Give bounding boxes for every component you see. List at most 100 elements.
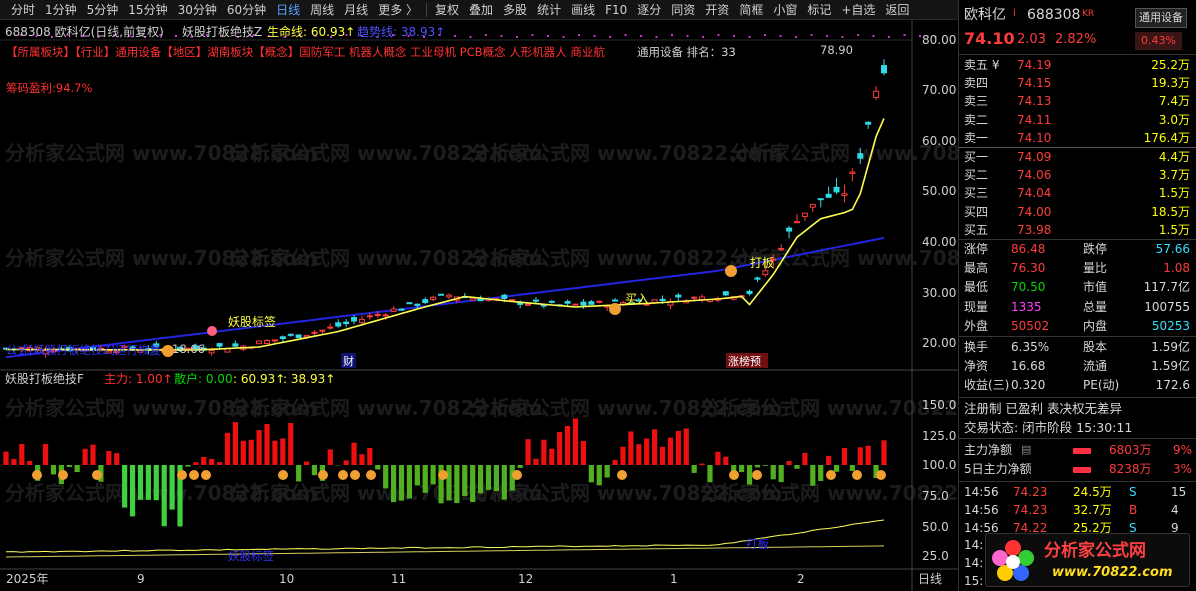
tick-price: 74.23 <box>1013 502 1048 517</box>
sub-board-annotation: 打板 <box>746 537 769 551</box>
date-label: 11 <box>391 572 406 586</box>
finance-badge[interactable]: 财 <box>343 354 354 368</box>
indicator-bar <box>501 465 507 500</box>
period-tab[interactable]: 分时 <box>6 0 40 20</box>
indicator-bar <box>224 432 231 465</box>
back-button[interactable]: 返回 <box>880 0 914 20</box>
candle-body <box>477 298 484 302</box>
signal-dot <box>593 35 596 37</box>
money-bag-icon <box>366 470 376 480</box>
indicator-bar <box>739 465 745 473</box>
axis-tick: 20.00 <box>922 336 956 350</box>
main-flow-value: 6803万 <box>1109 443 1152 457</box>
stock-flag: i <box>1013 8 1016 19</box>
board-annotation: 打板 <box>750 256 774 270</box>
tool-button[interactable]: 简框 <box>734 0 768 20</box>
stat-value: 50253 <box>1151 318 1190 333</box>
money-bag-icon <box>512 470 522 480</box>
indicator-bar <box>240 440 246 465</box>
indicator-bar <box>707 465 713 483</box>
stat-label: 流通 <box>1083 359 1108 374</box>
watermark-site-name: 分析家公式网 <box>1044 541 1146 561</box>
profit-ratio: 筹码盈利:94.7% <box>6 81 92 95</box>
tool-button[interactable]: 复权 <box>430 0 464 20</box>
divider <box>959 147 1196 148</box>
tool-button[interactable]: 多股 <box>498 0 532 20</box>
indicator-bar <box>280 438 286 465</box>
divider <box>959 336 1196 337</box>
indicator-bar <box>477 465 484 494</box>
indicator-bar <box>683 428 689 465</box>
stat-value: 76.30 <box>1011 261 1046 276</box>
indicator-bar <box>620 446 626 465</box>
toolbar-divider <box>426 2 428 17</box>
stat-label: PE(动) <box>1083 378 1120 393</box>
kline-chart-area[interactable]: 分析家公式网 www.70822.com 分析家公式网 www.70822.com… <box>0 20 958 591</box>
candle-body <box>801 212 808 217</box>
indicator-bar <box>137 465 144 500</box>
period-tab[interactable]: 15分钟 <box>123 0 172 20</box>
tool-button[interactable]: 叠加 <box>464 0 498 20</box>
money-bag-icon <box>729 470 739 480</box>
candle-body <box>445 294 452 298</box>
signal-dot <box>779 35 782 37</box>
period-tab[interactable]: 30分钟 <box>173 0 222 20</box>
tool-button[interactable]: 画线 <box>566 0 600 20</box>
period-tab[interactable]: 周线 <box>305 0 339 20</box>
indicator-bar <box>786 461 792 465</box>
divider <box>959 54 1196 55</box>
period-tab-active[interactable]: 日线 <box>271 0 305 20</box>
indicator-bar <box>3 451 9 465</box>
period-tab[interactable]: 60分钟 <box>222 0 271 20</box>
stat-value: 70.50 <box>1011 280 1046 295</box>
tool-button[interactable]: F10 <box>600 0 632 20</box>
indicator-bar <box>74 465 80 473</box>
tool-button[interactable]: 小窗 <box>768 0 802 20</box>
signal-dot <box>485 34 487 36</box>
period-tab[interactable]: 5分钟 <box>82 0 124 20</box>
axis-tick: 70.00 <box>922 83 956 97</box>
tick-count: 15 <box>1171 485 1187 499</box>
candle-body <box>256 340 263 345</box>
tool-button[interactable]: 同资 <box>666 0 700 20</box>
limit-forecast-badge[interactable]: 涨榜预 <box>728 354 761 368</box>
candle-body <box>548 300 555 303</box>
money-bag-icon <box>350 470 360 480</box>
indicator-bar <box>256 430 262 465</box>
period-tab[interactable]: 1分钟 <box>40 0 82 20</box>
tick-time: 14:56 <box>964 502 999 517</box>
period-tab[interactable]: 月线 <box>339 0 373 20</box>
list-icon[interactable]: ▤ <box>1021 441 1031 459</box>
signal-dot <box>748 36 751 38</box>
chart-grid <box>0 20 958 591</box>
money-bag-icon <box>826 470 836 480</box>
more-menu[interactable]: 更多 〉 <box>373 0 423 20</box>
tool-button[interactable]: 逐分 <box>632 0 666 20</box>
indicator-bar <box>169 465 175 510</box>
tool-button[interactable]: 开资 <box>700 0 734 20</box>
signal-dot <box>175 35 177 37</box>
axis-tick: 60.00 <box>922 134 956 148</box>
sector-button[interactable]: 通用设备 <box>1135 8 1187 28</box>
money-bag-icon <box>32 470 42 480</box>
stat-label: 换手 <box>964 340 989 354</box>
indicator-bar <box>11 458 17 465</box>
registration-info: 注册制 已盈利 表决权无差异 <box>964 401 1122 416</box>
tool-button[interactable]: 标记 <box>802 0 836 20</box>
last-price: 74.10 <box>964 29 1015 48</box>
date-axis: 2025年 9 10 11 12 1 2 日线 <box>6 572 942 586</box>
main-flow-label: 主力净额 <box>964 443 1013 457</box>
indicator-bar <box>770 465 776 480</box>
tool-button[interactable]: 统计 <box>532 0 566 20</box>
indicator-bar <box>122 465 128 508</box>
indicator-bar <box>794 465 800 469</box>
add-watchlist-button[interactable]: +自选 <box>836 0 880 20</box>
quote-price: 73.98 <box>1017 222 1052 237</box>
signal-dot <box>826 35 828 37</box>
candle-body <box>833 186 840 193</box>
stat-label: 现量 <box>964 299 989 314</box>
money-bag-icon <box>876 470 886 480</box>
candle-body <box>430 296 437 301</box>
bid-level: 买四 <box>964 204 989 219</box>
stock-code: 688308 <box>1027 7 1081 23</box>
